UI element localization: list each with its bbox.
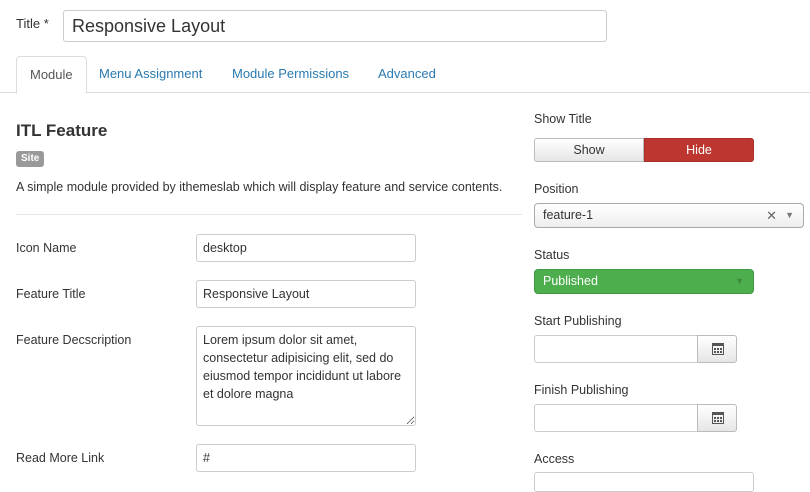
position-value: feature-1: [543, 208, 594, 222]
show-title-toggle: Show Hide: [534, 138, 754, 162]
feature-title-label: Feature Title: [16, 287, 86, 301]
chevron-down-icon: ▼: [735, 276, 744, 286]
module-name: ITL Feature: [16, 121, 108, 140]
show-title-label: Show Title: [534, 112, 592, 126]
tab-bar: Module Menu Assignment Module Permission…: [0, 56, 810, 94]
chevron-down-icon: ▼: [785, 210, 794, 220]
site-badge: Site: [16, 151, 45, 167]
status-select[interactable]: Published ▼: [534, 269, 754, 294]
tab-advanced[interactable]: Advanced: [365, 56, 449, 93]
tab-module[interactable]: Module: [16, 56, 87, 94]
title-label: Title *: [16, 16, 49, 31]
access-select[interactable]: [534, 472, 754, 492]
access-label: Access: [534, 452, 575, 466]
status-label: Status: [534, 248, 570, 262]
tab-menu-assignment[interactable]: Menu Assignment: [86, 56, 215, 93]
calendar-icon: [712, 412, 724, 424]
module-description: A simple module provided by ithemeslab w…: [16, 180, 503, 194]
icon-name-label: Icon Name: [16, 241, 77, 255]
status-value: Published: [543, 274, 598, 288]
feature-description-label: Feature Decscription: [16, 333, 132, 347]
finish-publishing-calendar-button[interactable]: [697, 404, 737, 432]
position-label: Position: [534, 182, 579, 196]
tab-module-permissions[interactable]: Module Permissions: [219, 56, 362, 93]
icon-name-input[interactable]: [196, 234, 416, 262]
show-title-show-button[interactable]: Show: [534, 138, 644, 162]
start-publishing-input[interactable]: [534, 335, 698, 363]
position-select[interactable]: feature-1 ✕ ▼: [534, 203, 804, 228]
read-more-link-input[interactable]: [196, 444, 416, 472]
show-title-hide-button[interactable]: Hide: [644, 138, 754, 162]
divider: [16, 214, 522, 215]
read-more-link-label: Read More Link: [16, 451, 105, 465]
clear-icon[interactable]: ✕: [766, 204, 777, 227]
start-publishing-calendar-button[interactable]: [697, 335, 737, 363]
title-row: Title *: [16, 10, 616, 42]
calendar-icon: [712, 343, 724, 355]
finish-publishing-group: [534, 404, 737, 432]
feature-description-textarea[interactable]: [196, 326, 416, 426]
finish-publishing-input[interactable]: [534, 404, 698, 432]
start-publishing-label: Start Publishing: [534, 314, 622, 328]
finish-publishing-label: Finish Publishing: [534, 383, 629, 397]
start-publishing-group: [534, 335, 737, 363]
title-input[interactable]: [63, 10, 607, 42]
feature-title-input[interactable]: [196, 280, 416, 308]
